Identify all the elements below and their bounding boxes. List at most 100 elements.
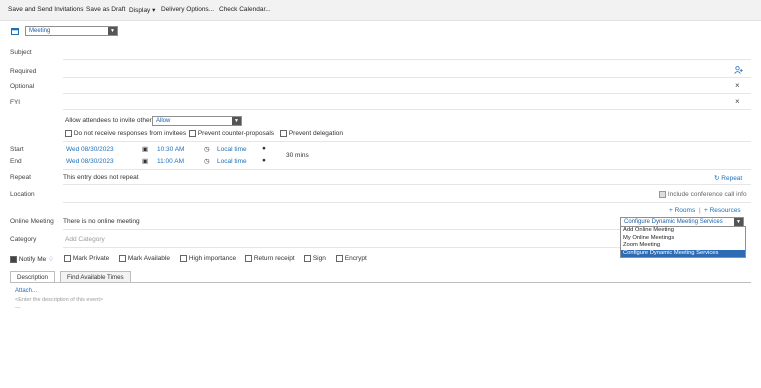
- high-importance-checkbox[interactable]: [180, 255, 187, 262]
- check-calendar-button[interactable]: Check Calendar...: [219, 6, 271, 13]
- fyi-label: FYI: [10, 99, 21, 106]
- return-receipt-checkbox[interactable]: [245, 255, 252, 262]
- divider: [63, 184, 751, 185]
- prevent-counter-option[interactable]: Prevent counter-proposals: [189, 130, 274, 137]
- dropdown-option[interactable]: Zoom Meeting: [621, 242, 745, 250]
- subject-label: Subject: [10, 49, 32, 56]
- plus-icon: +: [704, 207, 708, 214]
- separator: |: [699, 207, 701, 214]
- display-menu[interactable]: Display ▾: [129, 6, 155, 14]
- prevent-delegation-checkbox[interactable]: [280, 130, 287, 137]
- fyi-attendees-input[interactable]: [63, 94, 723, 108]
- location-input[interactable]: [63, 186, 653, 200]
- add-person-icon[interactable]: [734, 66, 743, 74]
- chevron-down-icon: ▼: [734, 218, 743, 226]
- high-importance-label: High importance: [188, 255, 237, 263]
- notify-me-label: Notify Me: [18, 256, 47, 263]
- attach-link[interactable]: Attach...: [15, 288, 37, 294]
- no-responses-label: Do not receive responses from invitees: [73, 130, 187, 138]
- encrypt-checkbox[interactable]: [336, 255, 343, 262]
- start-time-field[interactable]: 10:30 AM: [157, 146, 184, 153]
- online-meeting-dropdown: Add Online Meeting My Online Meetings Zo…: [620, 226, 746, 258]
- mark-available-checkbox[interactable]: [119, 255, 126, 262]
- description-pane: [10, 282, 751, 388]
- duration-text: 30 mins: [286, 152, 309, 159]
- mark-private-option[interactable]: Mark Private: [64, 255, 109, 262]
- no-responses-option[interactable]: Do not receive responses from invitees: [65, 130, 186, 137]
- category-label: Category: [10, 236, 37, 243]
- display-label: Display: [129, 7, 151, 14]
- divider: [63, 229, 620, 230]
- description-input[interactable]: <Enter the description of this event>: [15, 297, 103, 303]
- mark-private-label: Mark Private: [72, 255, 110, 263]
- prevent-delegation-option[interactable]: Prevent delegation: [280, 130, 343, 137]
- repeat-label: Repeat: [10, 174, 31, 181]
- chevron-down-icon: ▼: [232, 117, 241, 125]
- sign-label: Sign: [312, 255, 326, 263]
- encrypt-label: Encrypt: [344, 255, 367, 263]
- save-and-send-button[interactable]: Save and Send Invitations: [8, 6, 84, 13]
- entry-type-value: Meeting: [29, 28, 51, 34]
- repeat-text: This entry does not repeat: [63, 174, 139, 181]
- bell-icon[interactable]: ♢: [48, 256, 54, 263]
- delivery-options-button[interactable]: Delivery Options...: [161, 6, 214, 13]
- globe-icon[interactable]: ●: [262, 145, 266, 152]
- high-importance-option[interactable]: High importance: [180, 255, 236, 262]
- calendar-icon[interactable]: ▣: [142, 145, 148, 153]
- dropdown-option-selected[interactable]: Configure Dynamic Meeting Services: [621, 249, 745, 257]
- start-timezone-link[interactable]: Local time: [217, 146, 247, 153]
- mark-available-label: Mark Available: [127, 255, 170, 263]
- divider: [63, 247, 620, 248]
- mark-private-checkbox[interactable]: [64, 255, 71, 262]
- prevent-counter-label: Prevent counter-proposals: [197, 130, 275, 138]
- sign-checkbox[interactable]: [304, 255, 311, 262]
- notify-me-option[interactable]: Notify Me ♢: [10, 255, 54, 263]
- dropdown-option[interactable]: My Online Meetings: [621, 235, 745, 243]
- caret-down-icon: ▾: [152, 7, 156, 14]
- invite-others-value: Allow: [156, 118, 171, 124]
- location-label: Location: [10, 191, 35, 198]
- repeat-link[interactable]: ↻ Repeat: [714, 174, 742, 182]
- plus-icon: +: [669, 207, 673, 214]
- required-attendees-input[interactable]: [63, 62, 723, 76]
- dropdown-option[interactable]: Add Online Meeting: [621, 227, 745, 235]
- encrypt-option[interactable]: Encrypt: [336, 255, 367, 262]
- calendar-icon[interactable]: ▣: [142, 157, 148, 165]
- description-separator: ---: [15, 305, 21, 311]
- conference-call-option[interactable]: Include conference call info: [659, 191, 747, 198]
- close-icon[interactable]: ×: [735, 81, 740, 90]
- clock-icon: ◷: [204, 158, 210, 165]
- resources-link[interactable]: + Resources: [704, 207, 741, 214]
- end-timezone-link[interactable]: Local time: [217, 158, 247, 165]
- no-responses-checkbox[interactable]: [65, 130, 72, 137]
- prevent-counter-checkbox[interactable]: [189, 130, 196, 137]
- entry-type-select[interactable]: Meeting ▼: [25, 26, 118, 36]
- return-receipt-option[interactable]: Return receipt: [245, 255, 295, 262]
- end-date-field[interactable]: Wed 08/30/2023: [66, 158, 114, 165]
- globe-icon[interactable]: ●: [262, 157, 266, 164]
- sign-option[interactable]: Sign: [304, 255, 326, 262]
- save-as-draft-button[interactable]: Save as Draft: [86, 6, 125, 13]
- prevent-delegation-label: Prevent delegation: [288, 130, 344, 138]
- optional-label: Optional: [10, 83, 35, 90]
- category-input[interactable]: Add Category: [65, 236, 105, 243]
- invite-others-select[interactable]: Allow ▼: [152, 116, 242, 126]
- online-meeting-value: Configure Dynamic Meeting Services: [624, 219, 723, 225]
- notify-me-checkbox[interactable]: [10, 255, 17, 263]
- required-label: Required: [10, 68, 37, 75]
- end-label: End: [10, 158, 22, 165]
- close-icon[interactable]: ×: [735, 97, 740, 106]
- repeat-link-label: Repeat: [721, 175, 743, 182]
- divider: [63, 59, 751, 60]
- end-time-field[interactable]: 11:00 AM: [157, 158, 184, 165]
- rooms-link[interactable]: + Rooms: [669, 207, 695, 214]
- online-meeting-label: Online Meeting: [10, 218, 54, 225]
- optional-attendees-input[interactable]: [63, 78, 723, 92]
- conference-call-checkbox[interactable]: [659, 191, 666, 198]
- subject-input[interactable]: [63, 44, 751, 58]
- divider: [63, 141, 751, 142]
- start-date-field[interactable]: Wed 08/30/2023: [66, 146, 114, 153]
- chevron-down-icon: ▼: [108, 27, 117, 35]
- mark-available-option[interactable]: Mark Available: [119, 255, 170, 262]
- rooms-label: Rooms: [674, 207, 696, 214]
